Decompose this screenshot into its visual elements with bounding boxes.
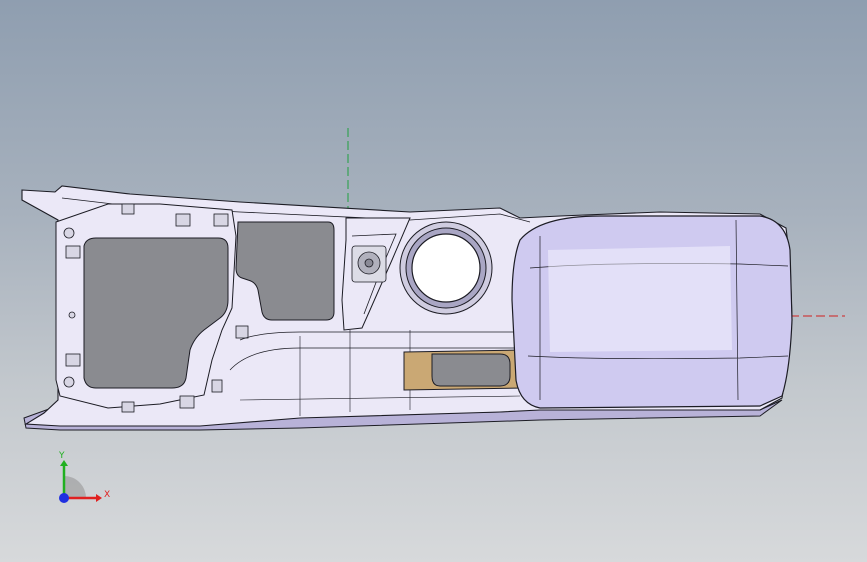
graphics-viewport[interactable]: X Y [0, 0, 867, 562]
usb-port-icon[interactable] [351, 245, 387, 283]
armrest-highlight [548, 246, 732, 352]
triad-x-arrow [96, 494, 102, 502]
coordinate-triad[interactable]: X Y [58, 451, 110, 503]
triad-x-label: X [104, 490, 110, 500]
cup-holder-icon[interactable] [399, 221, 493, 315]
storage-bin-icon[interactable] [403, 349, 525, 391]
triad-y-label: Y [58, 451, 65, 461]
model-canvas[interactable]: X Y [0, 0, 867, 562]
triad-z-origin [59, 493, 69, 503]
